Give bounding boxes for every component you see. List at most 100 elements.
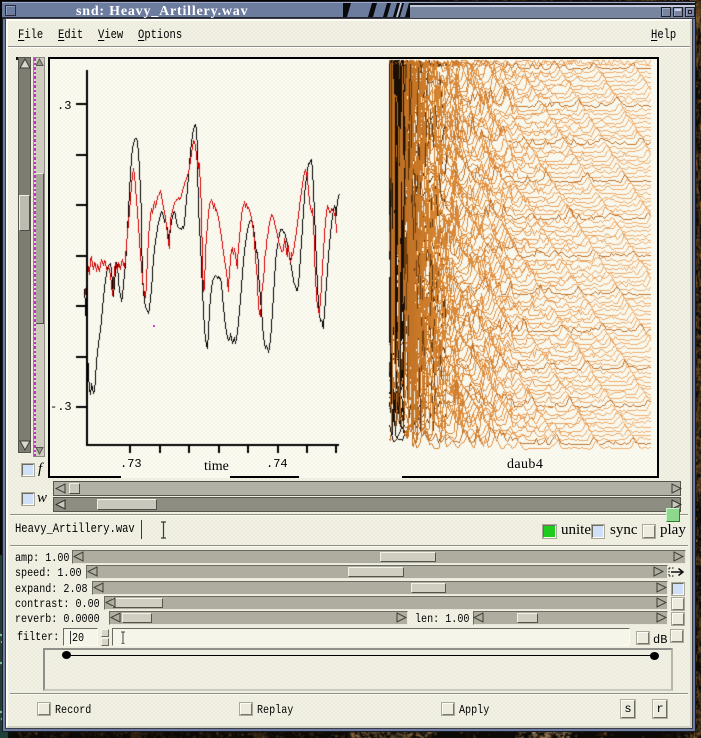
stray-pixel	[153, 325, 155, 327]
unite-label: unite	[561, 522, 591, 539]
menu-view[interactable]: View	[98, 28, 123, 42]
len-left-arrow[interactable]	[473, 612, 485, 623]
filter-toggle[interactable]	[671, 630, 683, 642]
filter-order-value: 20	[72, 631, 84, 645]
reverb-toggle[interactable]	[672, 613, 684, 625]
expand-toggle[interactable]	[672, 583, 684, 595]
menu-help[interactable]: Help	[651, 28, 676, 42]
reverb-thumb[interactable]	[122, 613, 152, 623]
pane-sash[interactable]	[666, 508, 680, 522]
len-thumb[interactable]	[517, 613, 538, 623]
graph-border-segment	[230, 476, 299, 478]
pane-separator	[10, 514, 688, 516]
contrast-toggle[interactable]	[672, 598, 684, 610]
reverb-right-arrow[interactable]	[395, 612, 407, 623]
y-axis-label-bottom: -.3	[50, 400, 72, 414]
zoom-x-thumb[interactable]	[69, 483, 80, 494]
speed-left-arrow[interactable]	[87, 566, 99, 577]
speed-label: speed: 1.00	[15, 566, 82, 580]
graph-border-segment	[402, 476, 659, 478]
scroll-y-up-arrow[interactable]	[35, 58, 44, 67]
expand-thumb[interactable]	[411, 583, 446, 593]
reverb-label: reverb: 0.0000	[15, 612, 100, 626]
replay-label: Replay	[257, 703, 293, 717]
zoom-y-thumb[interactable]	[19, 195, 30, 231]
zoom-x-scrollbar[interactable]	[53, 481, 681, 496]
filter-spin-up[interactable]	[101, 629, 109, 637]
len-right-arrow[interactable]	[655, 612, 667, 623]
control-separator	[10, 545, 688, 547]
envelope-point-right[interactable]	[650, 652, 659, 660]
amp-left-arrow[interactable]	[73, 551, 85, 562]
envelope-point-left[interactable]	[62, 651, 71, 659]
show-fft-checkbox[interactable]	[22, 464, 34, 476]
window-menu-button[interactable]	[5, 5, 16, 16]
db-label: dB	[653, 633, 667, 647]
menubar: File Edit View Options Help	[8, 21, 690, 47]
iconify-button[interactable]	[661, 7, 671, 17]
expand-slider[interactable]	[92, 581, 668, 595]
unite-checkbox[interactable]	[543, 525, 556, 538]
x-axis-label-74: .74	[266, 457, 288, 471]
sync-label: sync	[610, 522, 638, 539]
sync-checkbox[interactable]	[592, 525, 604, 538]
amp-thumb[interactable]	[380, 552, 436, 562]
menu-options[interactable]: Options	[138, 28, 182, 42]
fft-label: f	[38, 461, 42, 478]
zoom-y-up-arrow[interactable]	[19, 58, 31, 70]
speed-right-arrow[interactable]	[652, 566, 664, 577]
menu-edit[interactable]: Edit	[58, 28, 83, 42]
text-caret	[70, 631, 71, 644]
zoom-y-scrollbar[interactable]	[18, 57, 31, 453]
contrast-left-arrow[interactable]	[105, 597, 117, 608]
y-axis-label-top: .3	[57, 99, 71, 113]
play-label: play	[660, 522, 686, 539]
replay-checkbox[interactable]	[240, 703, 252, 715]
expand-right-arrow[interactable]	[655, 582, 667, 593]
show-wave-checkbox[interactable]	[22, 493, 34, 505]
entry-ibeam-caret	[120, 631, 125, 644]
scroll-y-down-arrow[interactable]	[35, 446, 44, 455]
x-axis-title: time	[204, 459, 229, 475]
restore-button[interactable]: r	[653, 700, 667, 718]
ibeam-cursor	[160, 521, 167, 539]
graph-display[interactable]	[48, 57, 659, 478]
contrast-right-arrow[interactable]	[655, 597, 667, 608]
amp-right-arrow[interactable]	[672, 551, 684, 562]
amp-slider[interactable]	[72, 550, 686, 564]
contrast-thumb[interactable]	[112, 598, 163, 608]
shade-button[interactable]	[673, 7, 683, 17]
amp-label: amp: 1.00	[15, 551, 69, 565]
play-checkbox[interactable]	[643, 525, 655, 538]
filter-envelope-field[interactable]	[112, 628, 630, 646]
record-label: Record	[55, 703, 91, 717]
filter-order-field[interactable]: 20	[63, 628, 98, 646]
scroll-y-thumb[interactable]	[35, 173, 44, 324]
menu-file[interactable]: File	[18, 28, 43, 42]
zoom-x-left-arrow[interactable]	[55, 483, 67, 494]
record-checkbox[interactable]	[38, 703, 50, 715]
titlebar[interactable]: snd: Heavy_Artillery.wav	[2, 2, 695, 19]
apply-checkbox[interactable]	[442, 703, 454, 715]
reverb-len-slider[interactable]	[473, 611, 668, 625]
titlebar-slat-decoration	[343, 3, 410, 17]
reverb-left-arrow[interactable]	[110, 612, 122, 623]
zoom-y-down-arrow[interactable]	[19, 439, 31, 451]
wavelet-label: daub4	[507, 457, 543, 473]
sound-name: Heavy_Artillery.wav	[15, 522, 135, 536]
speed-style-arrow-icon[interactable]	[668, 566, 685, 578]
expand-left-arrow[interactable]	[93, 582, 105, 593]
scroll-x-left-arrow[interactable]	[55, 499, 67, 510]
scroll-x-thumb[interactable]	[97, 499, 157, 510]
filter-spin-down[interactable]	[101, 638, 109, 646]
stop-button[interactable]: s	[621, 700, 635, 718]
maximize-button[interactable]	[685, 7, 695, 17]
zoom-x-right-arrow[interactable]	[670, 483, 682, 494]
speed-thumb[interactable]	[348, 567, 404, 577]
db-checkbox[interactable]	[637, 632, 649, 644]
reverb-slider[interactable]	[109, 611, 408, 625]
menubar-separator	[8, 46, 690, 48]
contrast-slider[interactable]	[104, 596, 668, 610]
bottom-separator	[10, 693, 688, 695]
wave-label: w	[37, 490, 47, 507]
